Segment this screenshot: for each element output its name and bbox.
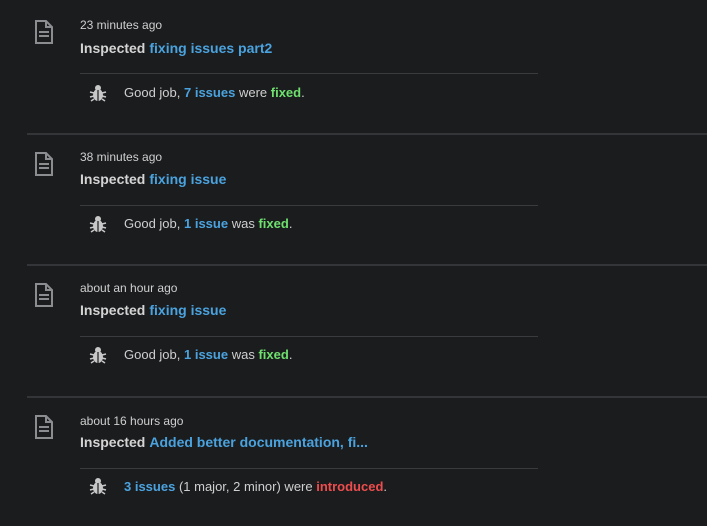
status-introduced: introduced bbox=[316, 479, 384, 494]
detail-punct: . bbox=[288, 216, 293, 231]
entry-detail: Good job, 1 issue was fixed. bbox=[124, 216, 292, 231]
issue-count-link[interactable]: 3 issues bbox=[124, 479, 175, 494]
entry-action: Inspected bbox=[80, 171, 146, 187]
detail-text: Good job, bbox=[124, 347, 181, 362]
issue-count-link[interactable]: 1 issue bbox=[184, 216, 228, 231]
entry-title: Inspected Added better documentation, fi.… bbox=[80, 434, 368, 450]
entry-timestamp: about an hour ago bbox=[80, 281, 178, 295]
detail-text: Good job, bbox=[124, 85, 181, 100]
entry-detail: Good job, 7 issues were fixed. bbox=[124, 85, 305, 100]
entry-timestamp: about 16 hours ago bbox=[80, 414, 184, 428]
entry-divider bbox=[80, 468, 538, 469]
entry-action: Inspected bbox=[80, 434, 146, 450]
entry-divider bbox=[80, 205, 538, 206]
entry-detail: Good job, 1 issue was fixed. bbox=[124, 347, 292, 362]
document-icon bbox=[35, 415, 53, 439]
detail-punct: . bbox=[301, 85, 305, 100]
status-fixed: fixed bbox=[258, 216, 289, 231]
commit-link[interactable]: fixing issue bbox=[149, 171, 226, 187]
entry-timestamp: 23 minutes ago bbox=[80, 18, 163, 32]
detail-punct: . bbox=[288, 347, 293, 362]
entry-title: Inspected fixing issue bbox=[80, 302, 226, 318]
commit-link[interactable]: Added better documentation, fi... bbox=[149, 434, 368, 450]
commit-link[interactable]: fixing issues part2 bbox=[149, 40, 272, 56]
bug-icon bbox=[89, 347, 107, 364]
entry-action: Inspected bbox=[80, 40, 146, 56]
entry-action: Inspected bbox=[80, 302, 146, 318]
bug-icon bbox=[89, 478, 107, 495]
entry-title: Inspected fixing issues part2 bbox=[80, 40, 272, 56]
entry-timestamp: 38 minutes ago bbox=[80, 150, 163, 164]
entry-detail: 3 issues (1 major, 2 minor) were introdu… bbox=[124, 479, 387, 494]
entry-divider bbox=[80, 336, 538, 337]
status-fixed: fixed bbox=[258, 347, 289, 362]
detail-punct: . bbox=[383, 479, 388, 494]
detail-text: was bbox=[231, 216, 255, 231]
entry-title: Inspected fixing issue bbox=[80, 171, 226, 187]
entry-separator bbox=[27, 133, 707, 135]
issue-count-link[interactable]: 1 issue bbox=[184, 347, 228, 362]
detail-text: Good job, bbox=[124, 216, 181, 231]
bug-icon bbox=[89, 216, 107, 233]
activity-feed: 23 minutes ago Inspected fixing issues pa… bbox=[0, 0, 707, 526]
entry-divider bbox=[80, 73, 538, 74]
status-fixed: fixed bbox=[270, 85, 302, 100]
detail-text: (1 major, 2 minor) were bbox=[178, 479, 313, 494]
document-icon bbox=[35, 20, 53, 44]
commit-link[interactable]: fixing issue bbox=[149, 302, 226, 318]
entry-separator bbox=[27, 264, 707, 266]
issue-count-link[interactable]: 7 issues bbox=[184, 85, 235, 100]
bug-icon bbox=[89, 85, 107, 102]
entry-separator bbox=[27, 396, 707, 398]
detail-text: was bbox=[231, 347, 255, 362]
document-icon bbox=[35, 152, 53, 176]
detail-text: were bbox=[238, 85, 268, 100]
document-icon bbox=[35, 283, 53, 307]
